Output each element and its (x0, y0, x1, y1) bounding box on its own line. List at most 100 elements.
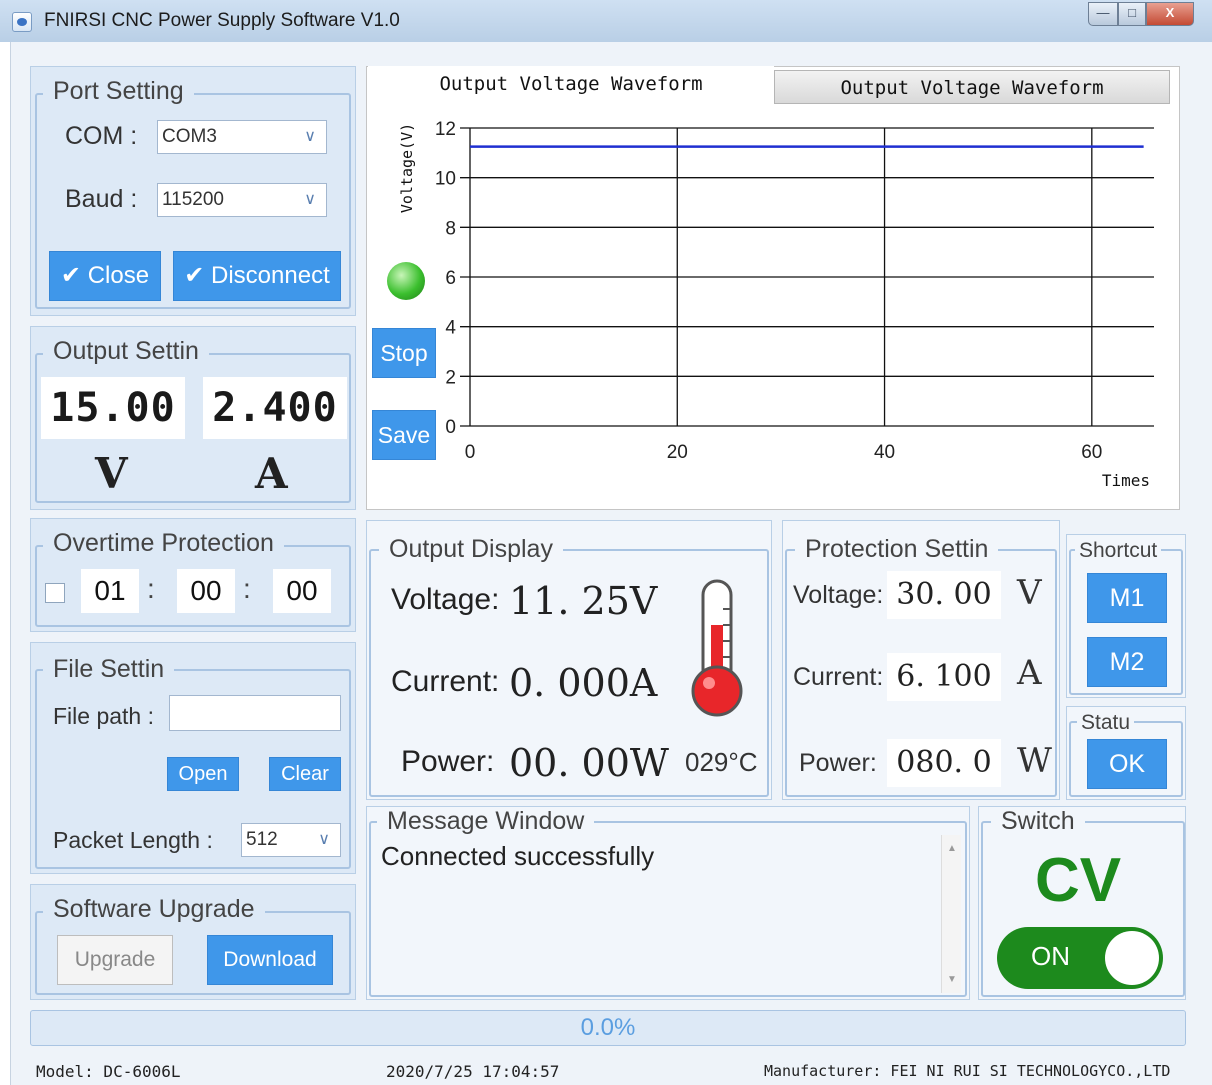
y-tick-label: 8 (445, 218, 456, 239)
datetime-label: 2020/7/25 17:04:57 (386, 1062, 560, 1081)
check-icon: ✔ (60, 262, 82, 289)
switch-panel: Switch CV ON (978, 806, 1186, 1000)
y-tick-label: 2 (445, 367, 456, 388)
overtime-hours-input[interactable]: 01 (81, 569, 139, 613)
shortcut-title: Shortcut (1075, 537, 1162, 565)
temperature-readout: 029°C (685, 747, 758, 777)
protect-power-input[interactable]: 080. 0 (887, 739, 1001, 787)
y-tick-label: 4 (445, 318, 456, 339)
model-label: Model: DC-6006L (36, 1062, 181, 1081)
time-separator: : (147, 573, 155, 604)
open-file-button[interactable]: Open (167, 757, 239, 791)
baud-label: Baud : (65, 185, 138, 213)
upgrade-button[interactable]: Upgrade (57, 935, 173, 985)
maximize-button[interactable]: □ (1118, 2, 1146, 26)
protect-voltage-unit: V (1017, 573, 1042, 613)
manufacturer-label: Manufacturer: FEI NI RUI SI TECHNOLOGYCO… (764, 1062, 1171, 1080)
tab-voltage-waveform[interactable]: Output Voltage Waveform (368, 66, 774, 102)
message-window-title: Message Window (377, 807, 595, 835)
protect-power-unit: W (1017, 741, 1052, 781)
protect-current-input[interactable]: 6. 100 (887, 653, 1001, 701)
baud-select[interactable]: 115200 ∨ (157, 183, 327, 217)
overtime-protection-panel: Overtime Protection 01 : 00 : 00 (30, 518, 356, 632)
protection-setting-title: Protection Settin (795, 535, 999, 563)
shortcut-m1-button[interactable]: M1 (1087, 573, 1167, 623)
status-indicator-icon (387, 262, 425, 300)
display-current-value: 0. 000A (509, 661, 658, 705)
output-display-panel: Output Display Voltage: 11. 25V Current:… (366, 520, 772, 800)
packet-length-value: 512 (246, 829, 278, 850)
software-upgrade-title: Software Upgrade (43, 895, 265, 923)
scroll-down-icon[interactable]: ▼ (947, 974, 957, 985)
display-voltage-value: 11. 25V (509, 579, 658, 623)
close-port-label: Close (87, 262, 150, 289)
com-select[interactable]: COM3 ∨ (157, 120, 327, 154)
protect-voltage-input[interactable]: 30. 00 (887, 571, 1001, 619)
window-controls: — □ X (1088, 2, 1194, 26)
disconnect-label: Disconnect (211, 262, 330, 289)
x-tick-label: 0 (465, 442, 476, 463)
y-tick-label: 0 (445, 417, 456, 438)
message-log: Connected successfully (373, 835, 941, 993)
file-path-input[interactable] (169, 695, 341, 731)
y-axis-label: Voltage(V) (398, 123, 416, 213)
file-setting-title: File Settin (43, 655, 175, 683)
overtime-enable-checkbox[interactable] (45, 583, 65, 603)
display-power-value: 00. 00W (509, 741, 669, 785)
output-voltage-input[interactable]: 15.00 (41, 377, 185, 439)
packet-length-select[interactable]: 512 ∨ (241, 823, 341, 857)
output-current-input[interactable]: 2.400 (203, 377, 347, 439)
status-panel: Statu OK (1066, 706, 1186, 800)
protect-power-label: Power: (799, 749, 877, 777)
file-setting-panel: File Settin File path : Open Clear Packe… (30, 642, 356, 874)
scroll-up-icon[interactable]: ▲ (947, 843, 957, 854)
close-window-button[interactable]: X (1146, 2, 1194, 26)
stop-button[interactable]: Stop (372, 328, 436, 378)
message-text: Connected successfully (381, 841, 655, 871)
chevron-down-icon: ∨ (318, 831, 330, 848)
time-separator: : (243, 573, 251, 604)
toggle-state-label: ON (1031, 941, 1070, 971)
baud-select-value: 115200 (162, 189, 224, 210)
check-icon: ✔ (184, 262, 205, 289)
switch-title: Switch (991, 807, 1085, 835)
disconnect-button[interactable]: ✔ Disconnect (173, 251, 341, 301)
protection-setting-panel: Protection Settin Voltage: 30. 00 V Curr… (782, 520, 1060, 800)
status-title: Statu (1077, 709, 1135, 737)
x-axis-label: Times (1102, 471, 1150, 490)
shortcut-m2-button[interactable]: M2 (1087, 637, 1167, 687)
message-window-panel: Message Window Connected successfully ▲ … (366, 806, 970, 1000)
app-icon (12, 12, 32, 32)
output-toggle[interactable]: ON (997, 927, 1163, 989)
com-label: COM : (65, 122, 138, 150)
current-unit: A (255, 449, 288, 498)
chevron-down-icon: ∨ (304, 191, 316, 208)
display-power-label: Power: (401, 745, 495, 778)
output-setting-title: Output Settin (43, 337, 209, 365)
message-scrollbar[interactable]: ▲ ▼ (941, 835, 961, 993)
clear-file-button[interactable]: Clear (269, 757, 341, 791)
output-setting-panel: Output Settin 15.00 2.400 V A (30, 326, 356, 510)
display-current-label: Current: (391, 665, 500, 698)
download-button[interactable]: Download (207, 935, 333, 985)
minimize-button[interactable]: — (1088, 2, 1118, 26)
y-tick-label: 10 (435, 169, 456, 190)
toggle-knob (1105, 931, 1159, 985)
status-ok-badge: OK (1087, 739, 1167, 789)
x-tick-label: 20 (667, 442, 688, 463)
progress-text: 0.0% (580, 1014, 636, 1041)
overtime-minutes-input[interactable]: 00 (177, 569, 235, 613)
voltage-unit: V (95, 449, 128, 498)
software-upgrade-panel: Software Upgrade Upgrade Download (30, 884, 356, 1000)
save-button[interactable]: Save (372, 410, 436, 460)
port-setting-title: Port Setting (43, 77, 194, 105)
tab-voltage-waveform-2[interactable]: Output Voltage Waveform (774, 70, 1170, 104)
x-tick-label: 60 (1081, 442, 1102, 463)
y-tick-label: 6 (445, 268, 456, 289)
close-port-button[interactable]: ✔ Close (49, 251, 161, 301)
voltage-waveform-chart: 0 2 4 6 8 10 12 0 20 40 60 Voltage(V) Times (398, 119, 1154, 490)
output-display-title: Output Display (379, 535, 563, 563)
overtime-protection-title: Overtime Protection (43, 529, 284, 557)
overtime-seconds-input[interactable]: 00 (273, 569, 331, 613)
progress-bar: 0.0% (30, 1010, 1186, 1046)
